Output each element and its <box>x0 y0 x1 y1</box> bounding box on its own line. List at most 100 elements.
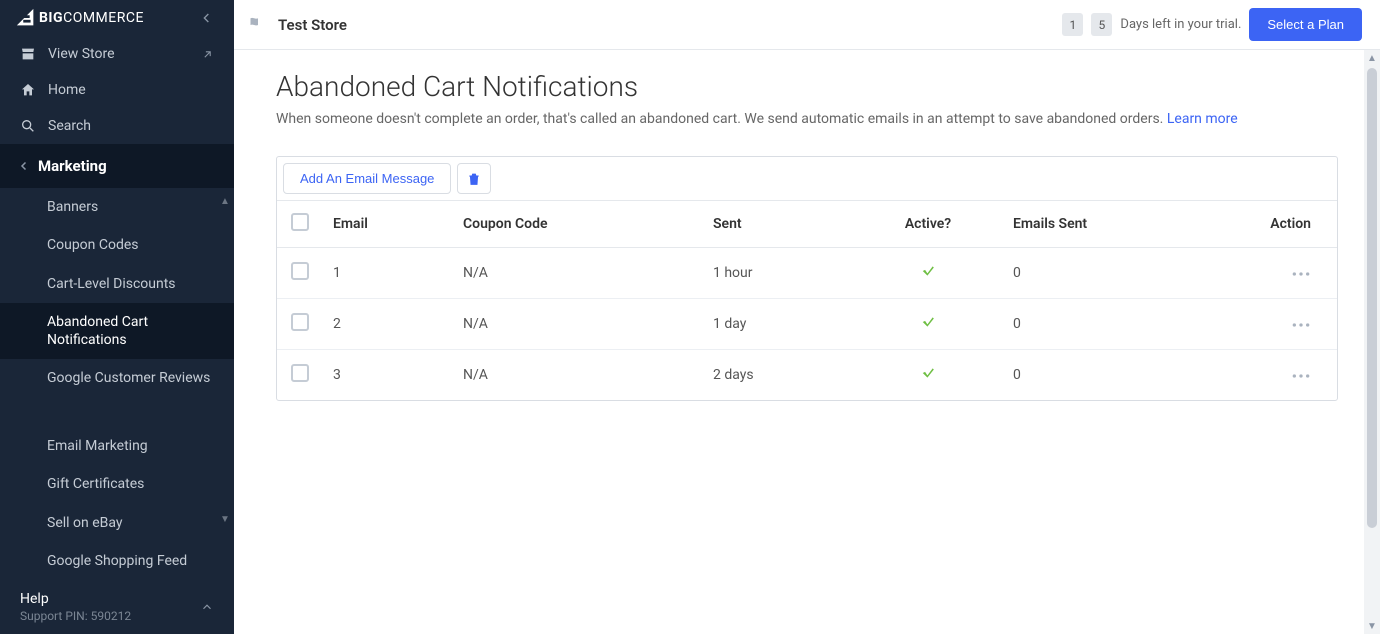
scroll-up-arrow[interactable]: ▲ <box>1364 50 1380 66</box>
check-icon <box>920 366 936 380</box>
subnav-label: Google Shopping Feed <box>47 553 187 569</box>
cell-action <box>1223 299 1337 350</box>
cell-active <box>853 350 1003 401</box>
subnav-label: Cart-Level Discounts <box>47 276 176 292</box>
subnav-label: Gift Certificates <box>47 476 144 492</box>
subnav-google-shopping[interactable]: Google Shopping Feed <box>0 542 234 580</box>
table-header-row: Email Coupon Code Sent Active? Emails Se… <box>277 201 1337 248</box>
chevron-left-double-icon <box>199 10 215 26</box>
search-icon <box>20 118 36 134</box>
cell-sent: 2 days <box>703 350 853 401</box>
subnav-banners[interactable]: Banners <box>0 188 234 226</box>
cell-email: 1 <box>323 248 453 299</box>
home-icon <box>20 82 36 98</box>
th-coupon: Coupon Code <box>453 201 703 248</box>
content-scroll[interactable]: Abandoned Cart Notifications When someon… <box>234 50 1380 634</box>
external-link-icon <box>201 48 214 61</box>
scroll-down-arrow[interactable]: ▼ <box>1364 618 1380 634</box>
subnav-gift-certificates[interactable]: Gift Certificates <box>0 465 234 503</box>
nav-search[interactable]: Search <box>0 108 234 144</box>
trial-text: Days left in your trial. <box>1120 17 1241 32</box>
row-checkbox[interactable] <box>291 364 309 382</box>
subnav-sell-ebay[interactable]: Sell on eBay <box>0 504 234 542</box>
emails-table: Email Coupon Code Sent Active? Emails Se… <box>277 201 1337 400</box>
row-actions-button[interactable] <box>1291 322 1311 328</box>
select-all-checkbox[interactable] <box>291 213 309 231</box>
trial-block: 1 5 Days left in your trial. Select a Pl… <box>1062 8 1362 41</box>
subnav-coupon-codes[interactable]: Coupon Codes <box>0 226 234 264</box>
nav-view-store[interactable]: View Store <box>0 36 234 72</box>
cell-sent: 1 day <box>703 299 853 350</box>
cell-email: 3 <box>323 350 453 401</box>
check-icon <box>920 315 936 329</box>
th-action: Action <box>1223 201 1337 248</box>
th-emails-sent: Emails Sent <box>1003 201 1223 248</box>
section-marketing[interactable]: Marketing <box>0 144 234 188</box>
page-description: When someone doesn't complete an order, … <box>276 109 1338 130</box>
flag-icon <box>246 14 264 36</box>
subnav-scroll-down[interactable]: ▼ <box>219 512 231 526</box>
cell-active <box>853 248 1003 299</box>
subnav-scroll-up[interactable]: ▲ <box>219 194 231 208</box>
email-panel: Add An Email Message Email Coupon Code S… <box>276 156 1338 401</box>
add-email-button[interactable]: Add An Email Message <box>283 163 451 194</box>
store-name: Test Store <box>278 16 347 34</box>
subnav-cart-discounts[interactable]: Cart-Level Discounts <box>0 265 234 303</box>
row-checkbox[interactable] <box>291 313 309 331</box>
cell-emails-sent: 0 <box>1003 248 1223 299</box>
trial-day-digit-1: 1 <box>1062 13 1083 36</box>
topbar: Test Store 1 5 Days left in your trial. … <box>234 0 1380 50</box>
panel-toolbar: Add An Email Message <box>277 157 1337 201</box>
subnav: Banners Coupon Codes Cart-Level Discount… <box>0 188 234 580</box>
subnav-email-marketing[interactable]: Email Marketing <box>0 427 234 465</box>
nav-home[interactable]: Home <box>0 72 234 108</box>
table-row: 3N/A2 days0 <box>277 350 1337 401</box>
store-icon <box>20 46 36 62</box>
subnav-label: Email Marketing <box>47 438 148 454</box>
subnav-scroll-area: Marketing ▲ Banners Coupon Codes Cart-Le… <box>0 144 234 580</box>
select-plan-button[interactable]: Select a Plan <box>1249 8 1362 41</box>
cell-sent: 1 hour <box>703 248 853 299</box>
row-checkbox[interactable] <box>291 262 309 280</box>
cell-emails-sent: 0 <box>1003 299 1223 350</box>
row-actions-button[interactable] <box>1291 373 1311 379</box>
cell-coupon: N/A <box>453 248 703 299</box>
table-row: 2N/A1 day 0 <box>277 299 1337 350</box>
subnav-abandoned-cart[interactable]: Abandoned Cart Notifications <box>0 303 234 359</box>
th-email: Email <box>323 201 453 248</box>
nav-label: Home <box>48 82 86 98</box>
subnav-label: Google Customer Reviews <box>47 370 210 386</box>
collapse-sidebar-button[interactable] <box>195 6 219 30</box>
main-area: Test Store 1 5 Days left in your trial. … <box>234 0 1380 634</box>
nav-label: Search <box>48 118 91 134</box>
cell-action <box>1223 350 1337 401</box>
sidebar: BIGCOMMERCE View Store Home Search <box>0 0 234 634</box>
th-active: Active? <box>853 201 1003 248</box>
primary-nav: View Store Home Search <box>0 36 234 144</box>
table-row: 1N/A1 hour 0 <box>277 248 1337 299</box>
subnav-google-reviews[interactable]: Google Customer Reviews <box>0 359 234 397</box>
page-title: Abandoned Cart Notifications <box>276 70 1338 103</box>
delete-button[interactable] <box>457 163 491 194</box>
section-label: Marketing <box>38 157 107 175</box>
chevron-up-icon <box>200 600 214 614</box>
help-section[interactable]: Help Support PIN: 590212 <box>0 580 234 634</box>
chevron-left-icon <box>18 160 30 172</box>
learn-more-link[interactable]: Learn more <box>1167 111 1238 127</box>
row-actions-button[interactable] <box>1291 271 1311 277</box>
vertical-scrollbar[interactable]: ▲ ▼ <box>1364 50 1380 634</box>
logo-icon <box>15 7 37 29</box>
sidebar-header: BIGCOMMERCE <box>0 0 234 36</box>
cell-email: 2 <box>323 299 453 350</box>
subnav-label: Coupon Codes <box>47 237 139 253</box>
subnav-label: Abandoned Cart Notifications <box>47 314 148 348</box>
subnav-label: Sell on eBay <box>47 515 123 531</box>
content: Abandoned Cart Notifications When someon… <box>234 50 1380 421</box>
help-pin: Support PIN: 590212 <box>20 609 131 623</box>
cell-coupon: N/A <box>453 350 703 401</box>
trial-day-digit-2: 5 <box>1091 13 1112 36</box>
scroll-thumb[interactable] <box>1367 68 1377 528</box>
th-sent: Sent <box>703 201 853 248</box>
cell-coupon: N/A <box>453 299 703 350</box>
check-icon <box>920 264 936 278</box>
